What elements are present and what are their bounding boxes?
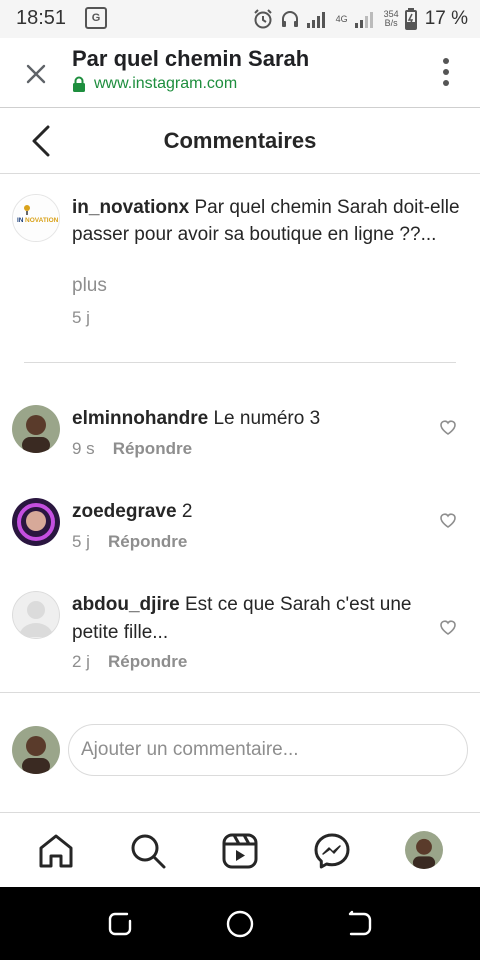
- current-user-avatar: [12, 726, 60, 774]
- status-bar: 18:51 G 4G 354 B/s 17 %: [0, 0, 480, 38]
- lock-icon: [73, 76, 85, 92]
- url-bar[interactable]: www.instagram.com: [72, 75, 237, 93]
- comment-avatar[interactable]: [12, 405, 60, 453]
- comment-avatar[interactable]: [12, 498, 60, 546]
- battery-icon: [404, 8, 417, 30]
- comment-meta: 2 j Répondre: [72, 652, 187, 672]
- innovation-logo-icon: IN NOVATION: [14, 196, 59, 241]
- recent-apps-icon[interactable]: [105, 909, 135, 939]
- system-navigation-bar: [0, 887, 480, 960]
- comment-input[interactable]: [68, 724, 468, 776]
- svg-text:IN: IN: [17, 217, 24, 224]
- comment-avatar[interactable]: [12, 591, 60, 639]
- user-photo-icon: [12, 498, 60, 546]
- status-time: 18:51: [16, 7, 67, 29]
- caption-text: in_novationx Par quel chemin Sarah doit-…: [72, 194, 468, 248]
- network-type: 4G: [335, 13, 348, 24]
- signal-icon: [306, 12, 325, 28]
- heart-icon[interactable]: [438, 617, 458, 637]
- home-icon[interactable]: [37, 832, 75, 870]
- translate-icon: G: [85, 7, 107, 29]
- page-url: www.instagram.com: [94, 75, 238, 92]
- screen-title: Commentaires: [163, 128, 317, 153]
- comment-text: elminnohandre Le numéro 3: [72, 405, 412, 433]
- reply-button[interactable]: Répondre: [113, 439, 192, 459]
- comments-header: Commentaires: [0, 108, 480, 174]
- caption-divider: [24, 362, 456, 363]
- comment-body: 2: [181, 501, 193, 522]
- comment-timestamp: 2 j: [72, 652, 90, 671]
- comment-text: abdou_djire Est ce que Sarah c'est une p…: [72, 591, 412, 647]
- headphones-icon: [281, 11, 298, 27]
- alarm-icon: [253, 9, 272, 29]
- back-button-icon[interactable]: [345, 909, 375, 939]
- more-link[interactable]: plus: [72, 275, 107, 297]
- signal-icon-2: [354, 12, 373, 28]
- default-avatar-icon: [12, 591, 60, 639]
- page-title: Par quel chemin Sarah: [72, 46, 310, 71]
- comment-meta: 5 j Répondre: [72, 532, 187, 552]
- comment-timestamp: 9 s: [72, 439, 95, 458]
- user-photo-icon: [405, 831, 443, 869]
- heart-icon[interactable]: [438, 417, 458, 437]
- heart-icon[interactable]: [438, 510, 458, 530]
- reels-icon[interactable]: [221, 832, 259, 870]
- net-speed: 354 B/s: [383, 9, 399, 28]
- comment-text: zoedegrave 2: [72, 498, 412, 526]
- status-indicators: 4G 354 B/s 17 %: [252, 6, 468, 32]
- messenger-icon[interactable]: [313, 832, 351, 870]
- compose-divider: [0, 692, 480, 693]
- user-photo-icon: [12, 726, 60, 774]
- profile-avatar[interactable]: [405, 831, 443, 869]
- close-icon[interactable]: [22, 60, 50, 88]
- caption-username[interactable]: in_novationx: [72, 197, 189, 218]
- browser-toolbar: Par quel chemin Sarah www.instagram.com: [0, 38, 480, 108]
- comment-username[interactable]: zoedegrave: [72, 501, 177, 522]
- home-button-icon[interactable]: [225, 909, 255, 939]
- comment-timestamp: 5 j: [72, 532, 90, 551]
- search-icon[interactable]: [129, 832, 167, 870]
- more-options-icon[interactable]: [442, 58, 450, 90]
- battery-percent: 17 %: [424, 8, 468, 29]
- caption-timestamp: 5 j: [72, 308, 90, 327]
- reply-button[interactable]: Répondre: [108, 652, 187, 672]
- comment-meta: 9 s Répondre: [72, 439, 192, 459]
- comment-username[interactable]: abdou_djire: [72, 594, 180, 615]
- bottom-navigation: [0, 813, 480, 887]
- caption-author-avatar[interactable]: IN NOVATION: [12, 194, 60, 242]
- svg-text:NOVATION: NOVATION: [25, 217, 59, 224]
- comment-username[interactable]: elminnohandre: [72, 408, 208, 429]
- reply-button[interactable]: Répondre: [108, 532, 187, 552]
- comment-body: Le numéro 3: [213, 408, 321, 429]
- user-photo-icon: [12, 405, 60, 453]
